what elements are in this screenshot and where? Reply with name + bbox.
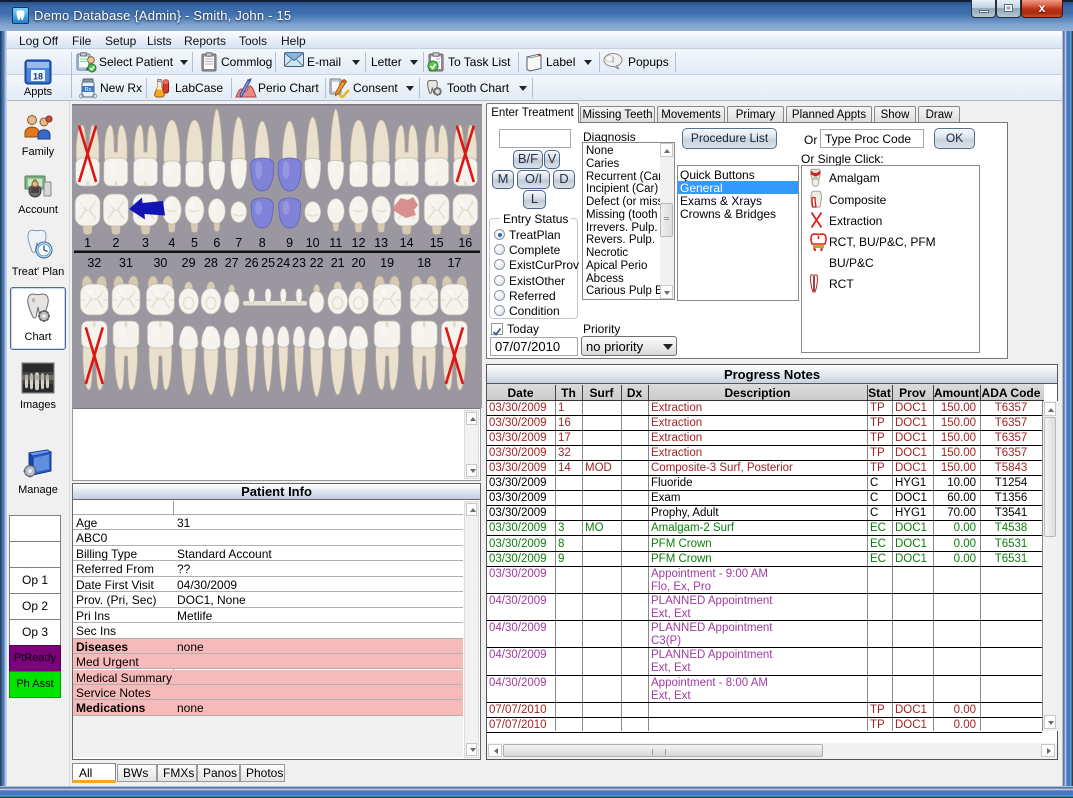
svg-text:7: 7 (235, 236, 242, 250)
svg-text:8: 8 (259, 236, 266, 250)
svg-text:5: 5 (191, 236, 198, 250)
svg-text:11: 11 (329, 236, 342, 250)
svg-text:9: 9 (286, 236, 293, 250)
svg-text:19: 19 (380, 256, 394, 270)
svg-text:13: 13 (374, 236, 388, 250)
svg-text:18: 18 (417, 256, 431, 270)
svg-text:17: 17 (447, 256, 461, 270)
svg-text:4: 4 (168, 236, 175, 250)
svg-text:30: 30 (153, 256, 167, 270)
svg-text:6: 6 (213, 236, 220, 250)
svg-text:12: 12 (352, 236, 366, 250)
svg-text:26: 26 (245, 256, 259, 270)
svg-text:10: 10 (306, 236, 320, 250)
svg-text:20: 20 (352, 256, 366, 270)
svg-text:25: 25 (261, 256, 275, 270)
svg-text:Rx: Rx (85, 87, 92, 93)
svg-text:21: 21 (331, 256, 345, 270)
svg-text:27: 27 (225, 256, 239, 270)
svg-text:28: 28 (204, 256, 218, 270)
svg-text:22: 22 (310, 256, 324, 270)
svg-text:31: 31 (119, 256, 133, 270)
svg-text:29: 29 (182, 256, 196, 270)
svg-text:23: 23 (292, 256, 306, 270)
svg-text:32: 32 (87, 256, 101, 270)
svg-text:16: 16 (458, 236, 472, 250)
svg-text:3: 3 (142, 236, 149, 250)
svg-text:18: 18 (33, 72, 43, 82)
svg-text:1: 1 (84, 236, 91, 250)
svg-text:24: 24 (276, 256, 290, 270)
svg-text:15: 15 (430, 236, 444, 250)
svg-text:14: 14 (400, 236, 414, 250)
svg-text:2: 2 (112, 236, 119, 250)
